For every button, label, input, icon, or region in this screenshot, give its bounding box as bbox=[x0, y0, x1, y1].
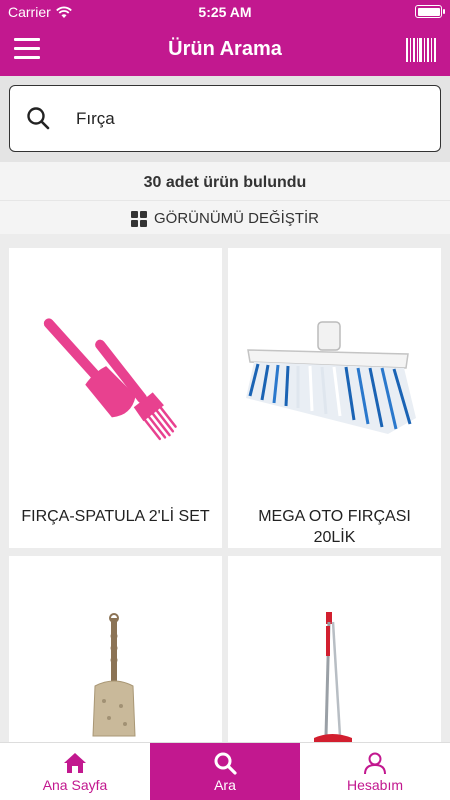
tab-home-label: Ana Sayfa bbox=[42, 777, 108, 793]
product-grid: FIRÇA-SPATULA 2'Lİ SET MEGA OTO FIRÇASI … bbox=[0, 234, 450, 742]
product-name: MEGA OTO FIRÇASI 20LİK bbox=[258, 508, 411, 546]
status-time: 5:25 AM bbox=[198, 4, 252, 20]
results-count: 30 adet ürün bulundu bbox=[143, 174, 307, 191]
page-title: Ürün Arama bbox=[168, 38, 282, 60]
search-section bbox=[0, 76, 450, 162]
product-card[interactable]: MEGA OTO FIRÇASI 20LİK bbox=[228, 248, 441, 548]
app-header: Carrier 5:25 AM Ürün Arama bbox=[0, 0, 450, 76]
search-icon bbox=[27, 107, 50, 130]
product-image-mop bbox=[314, 612, 352, 742]
results-bar: 30 adet ürün bulundu GÖRÜNÜMÜ DEĞİŞTİR bbox=[0, 162, 450, 234]
product-card[interactable] bbox=[9, 556, 222, 742]
product-card[interactable] bbox=[228, 556, 441, 742]
tab-account-label: Hesabım bbox=[346, 777, 404, 793]
search-icon bbox=[214, 752, 237, 775]
user-icon bbox=[364, 752, 386, 775]
navbar: Ürün Arama bbox=[0, 24, 450, 76]
battery-icon bbox=[415, 5, 445, 18]
search-box[interactable] bbox=[9, 85, 441, 152]
grid-view-icon bbox=[131, 210, 147, 227]
home-icon bbox=[64, 753, 86, 773]
view-toggle-button[interactable]: GÖRÜNÜMÜ DEĞİŞTİR bbox=[0, 210, 450, 227]
search-input[interactable] bbox=[76, 100, 426, 138]
divider bbox=[0, 200, 450, 201]
product-image-spatula bbox=[43, 318, 177, 441]
tab-search-label: Ara bbox=[214, 777, 236, 793]
tab-home[interactable]: Ana Sayfa bbox=[0, 743, 150, 800]
bottom-tab-bar: Ana Sayfa Ara Hesabım bbox=[0, 742, 450, 800]
product-name: FIRÇA-SPATULA 2'Lİ SET bbox=[21, 508, 210, 525]
product-image-car-brush bbox=[246, 321, 416, 434]
tab-account[interactable]: Hesabım bbox=[300, 743, 450, 800]
product-image-toilet-brush bbox=[92, 613, 136, 737]
product-card[interactable]: FIRÇA-SPATULA 2'Lİ SET bbox=[9, 248, 222, 548]
status-bar: Carrier 5:25 AM bbox=[0, 0, 450, 24]
view-toggle-label: GÖRÜNÜMÜ DEĞİŞTİR bbox=[154, 210, 319, 227]
tab-search[interactable]: Ara bbox=[150, 743, 300, 800]
barcode-scanner-icon[interactable] bbox=[406, 38, 436, 62]
